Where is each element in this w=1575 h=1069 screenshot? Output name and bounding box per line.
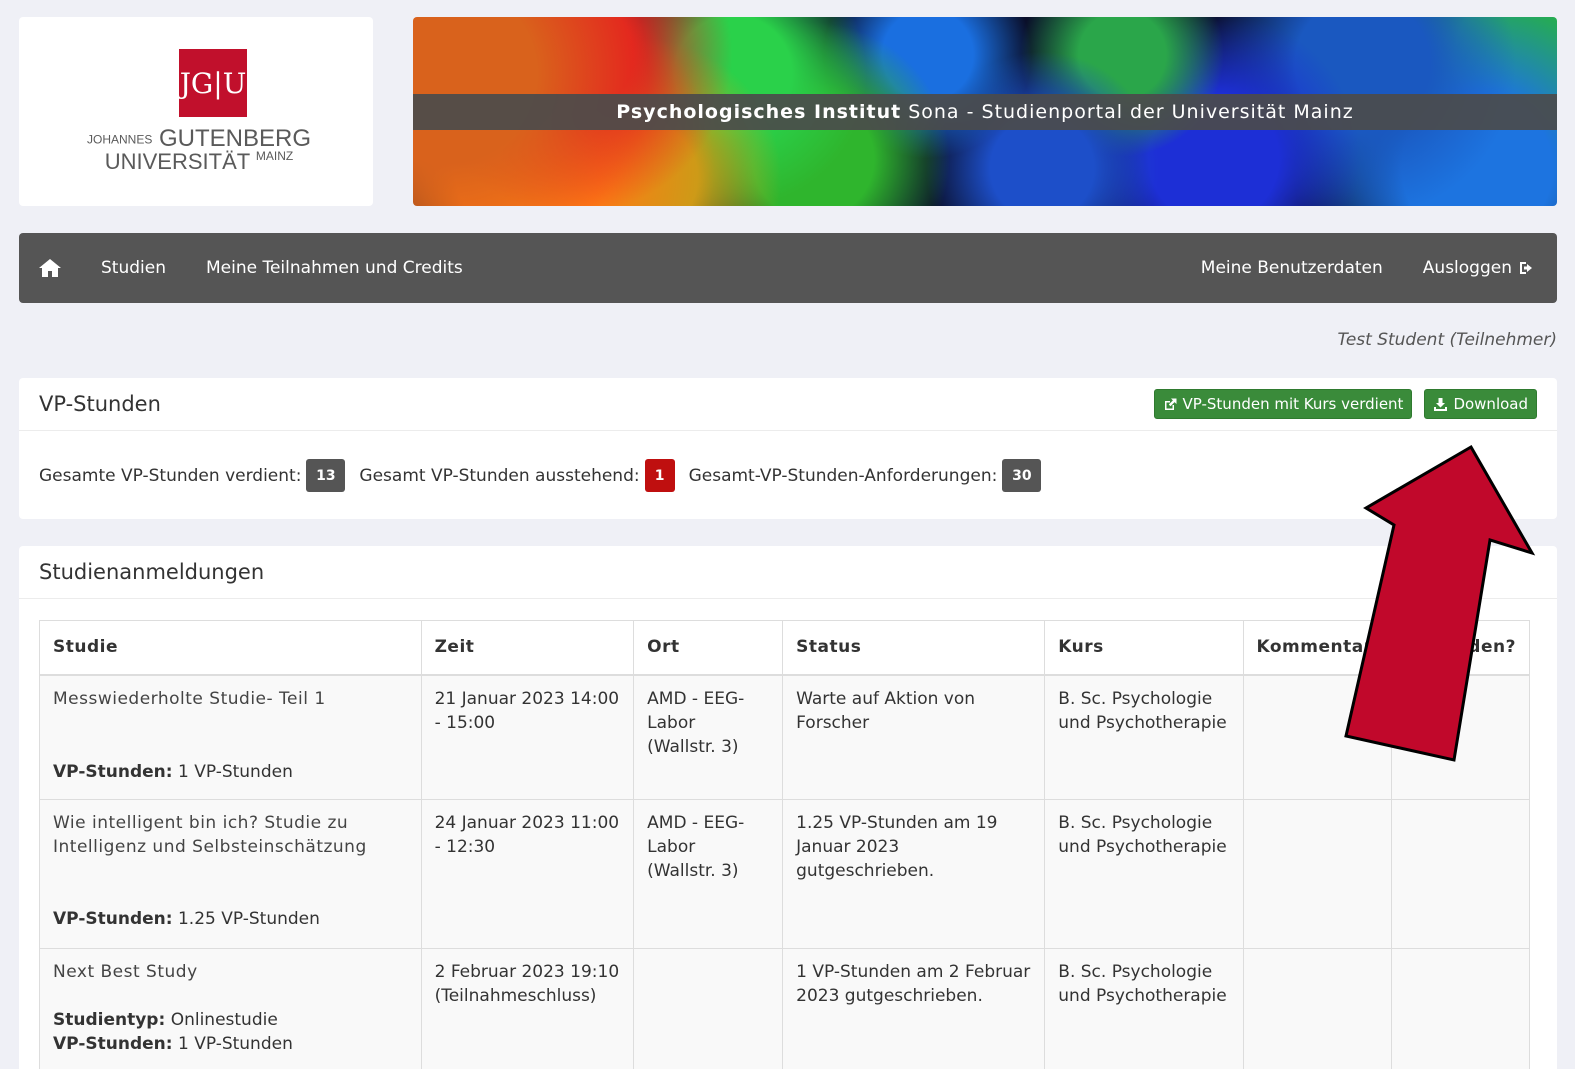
main-navbar: Studien Meine Teilnahmen und Credits Mei…	[19, 233, 1557, 303]
cell-abmelden	[1391, 948, 1530, 1069]
table-row: Wie intelligent bin ich? Studie zu Intel…	[39, 799, 1530, 949]
col-header-zeit[interactable]: Zeit	[420, 620, 635, 676]
cell-ort	[633, 948, 784, 1069]
table-header-row: Studie Zeit Ort Status Kurs Kommentar Ab…	[39, 620, 1530, 676]
cell-zeit: 24 Januar 2023 11:00 - 12:30	[420, 799, 635, 949]
nav-benutzerdaten[interactable]: Meine Benutzerdaten	[1181, 233, 1403, 303]
cell-ort: AMD - EEG-Labor (Wallstr. 3)	[633, 674, 784, 800]
cell-abmelden	[1391, 674, 1530, 800]
col-header-status[interactable]: Status	[782, 620, 1046, 676]
vp-kurs-button[interactable]: VP-Stunden mit Kurs verdient	[1153, 389, 1413, 419]
col-header-abmelden[interactable]: Abmelden?	[1391, 620, 1530, 676]
pending-label: Gesamt VP-Stunden ausstehend:	[359, 465, 640, 486]
cell-studie: Next Best Study Studientyp: Onlinestudie…	[39, 948, 422, 1069]
study-credits: VP-Stunden: 1 VP-Stunden	[53, 761, 293, 782]
cell-studie: Messwiederholte Studie- Teil 1 VP-Stunde…	[39, 674, 422, 800]
cell-abmelden	[1391, 799, 1530, 949]
pending-badge: 1	[644, 459, 675, 492]
vp-panel-title: VP-Stunden	[39, 392, 161, 416]
required-label: Gesamt-VP-Stunden-Anforderungen:	[688, 465, 998, 486]
table-row: Messwiederholte Studie- Teil 1 VP-Stunde…	[39, 674, 1530, 800]
col-header-kurs[interactable]: Kurs	[1044, 620, 1244, 676]
study-signups-table: Studie Zeit Ort Status Kurs Kommentar Ab…	[39, 620, 1530, 1069]
study-link[interactable]: Next Best Study	[53, 960, 408, 984]
cell-kurs: B. Sc. Psychologie und Psychotherapie	[1044, 674, 1244, 800]
earned-badge: 13	[306, 459, 346, 492]
study-link[interactable]: Messwiederholte Studie- Teil 1	[53, 687, 408, 711]
col-header-kommentar[interactable]: Kommentar	[1242, 620, 1393, 676]
jgu-logo-mark: JG|U	[179, 49, 247, 117]
home-link[interactable]	[19, 233, 81, 303]
header-banner: Psychologisches Institut Sona - Studienpo…	[413, 17, 1557, 206]
study-credits: VP-Stunden: 1 VP-Stunden	[53, 1034, 293, 1054]
study-panel-title: Studienanmeldungen	[39, 560, 265, 584]
earned-label: Gesamte VP-Stunden verdient:	[39, 465, 302, 486]
cell-status: 1 VP-Stunden am 2 Februar 2023 gutgeschr…	[782, 948, 1046, 1069]
cell-kurs: B. Sc. Psychologie und Psychotherapie	[1044, 948, 1244, 1069]
cell-zeit: 21 Januar 2023 14:00 - 15:00	[420, 674, 635, 800]
cell-kommentar	[1242, 799, 1393, 949]
study-type: Studientyp: Onlinestudie	[53, 1010, 278, 1030]
current-user: Test Student (Teilnehmer)	[1337, 330, 1557, 350]
ausloggen-label: Ausloggen	[1422, 258, 1512, 278]
required-badge: 30	[1002, 459, 1042, 492]
cell-ort: AMD - EEG-Labor (Wallstr. 3)	[633, 799, 784, 949]
banner-title: Psychologisches Institut Sona - Studienpo…	[413, 94, 1557, 130]
nav-ausloggen[interactable]: Ausloggen	[1403, 233, 1557, 303]
col-header-studie[interactable]: Studie	[39, 620, 422, 676]
cell-kommentar	[1242, 948, 1393, 1069]
cell-status: Warte auf Aktion von Forscher	[782, 674, 1046, 800]
logo-text-line2: UNIVERSITÄT MAINZ	[104, 149, 294, 174]
cell-kommentar	[1242, 674, 1393, 800]
cell-zeit: 2 Februar 2023 19:10 (Teilnahmeschluss)	[420, 948, 635, 1069]
study-link[interactable]: Wie intelligent bin ich? Studie zu Intel…	[53, 811, 408, 859]
study-credits: VP-Stunden: 1.25 VP-Stunden	[53, 909, 320, 929]
download-button[interactable]: Download	[1424, 389, 1537, 419]
home-icon	[39, 259, 61, 277]
cell-kurs: B. Sc. Psychologie und Psychotherapie	[1044, 799, 1244, 949]
external-link-icon	[1164, 398, 1177, 410]
col-header-ort[interactable]: Ort	[633, 620, 784, 676]
table-row: Next Best Study Studientyp: Onlinestudie…	[39, 948, 1530, 1069]
download-icon	[1434, 397, 1448, 411]
university-logo[interactable]: JG|U JOHANNES GUTENBERG UNIVERSITÄT MAIN…	[19, 17, 373, 206]
sign-out-icon	[1520, 262, 1532, 274]
cell-status: 1.25 VP-Stunden am 19 Januar 2023 gutges…	[782, 799, 1046, 949]
vp-stunden-panel: VP-Stunden VP-Stunden mit Kurs verdient …	[19, 378, 1557, 519]
nav-studien[interactable]: Studien	[81, 233, 186, 303]
studienanmeldungen-panel: Studienanmeldungen Studie Zeit Ort Statu…	[19, 546, 1557, 1069]
nav-teilnahmen[interactable]: Meine Teilnahmen und Credits	[186, 233, 483, 303]
cell-studie: Wie intelligent bin ich? Studie zu Intel…	[39, 799, 422, 949]
